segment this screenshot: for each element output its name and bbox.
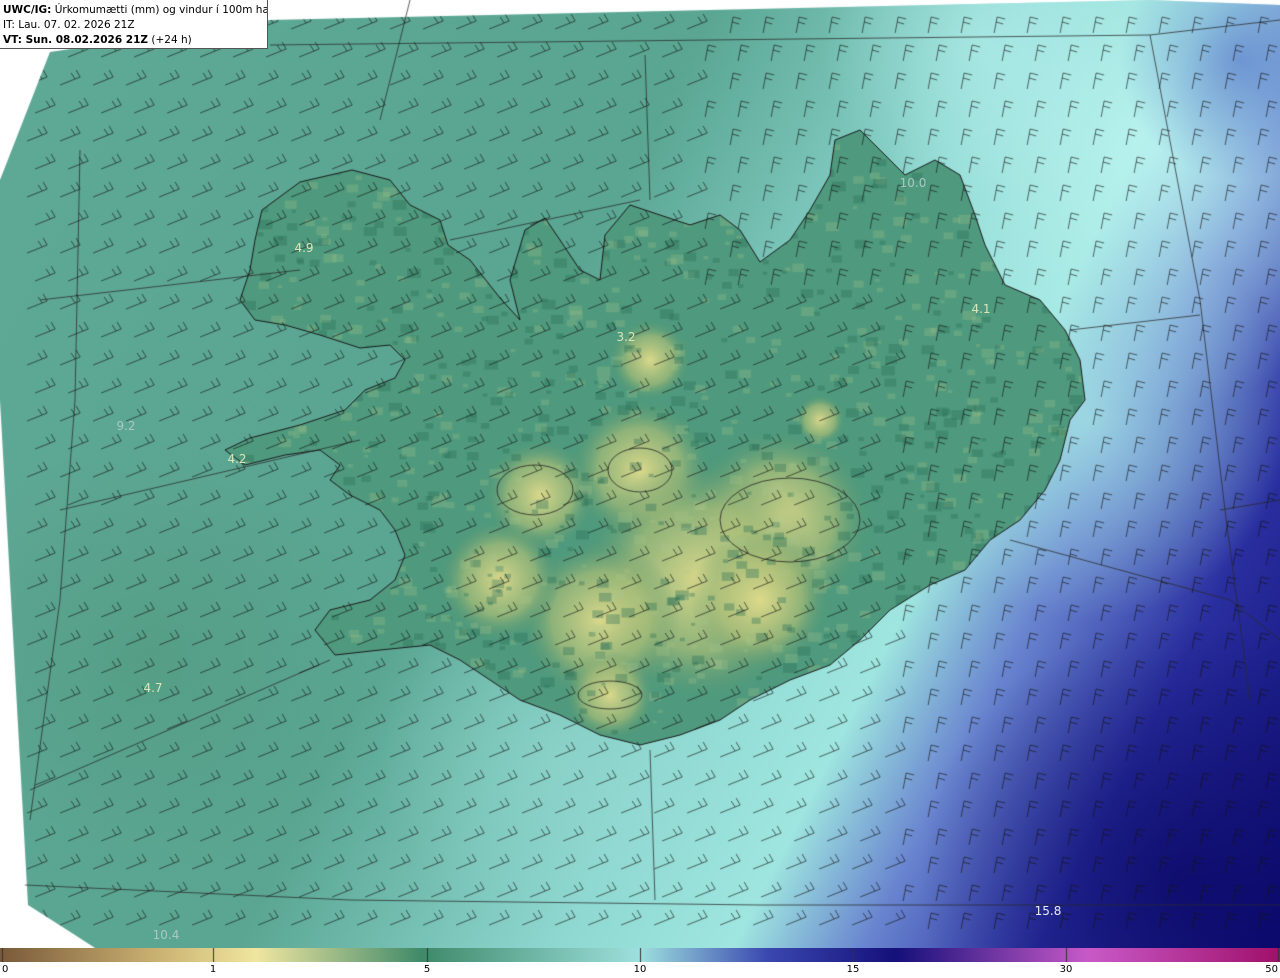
- map-header: UWC/IG: Úrkomumætti (mm) og vindur í 100…: [0, 0, 268, 49]
- colorbar-tick: 15: [846, 964, 860, 975]
- colorbar-tick: 0: [2, 964, 9, 975]
- colorbar-gradient: [0, 948, 1280, 962]
- valid-time: VT: Sun. 08.02.2026 21Z: [3, 34, 149, 46]
- value-label: 10.0: [899, 176, 927, 190]
- forecast-lead: (+24 h): [151, 34, 192, 46]
- title-line: UWC/IG: Úrkomumætti (mm) og vindur í 100…: [3, 3, 267, 18]
- colorbar: 0 1 5 10 15 30 50: [0, 948, 1280, 978]
- colorbar-tick: 30: [1059, 964, 1073, 975]
- value-label: 4.9: [294, 241, 314, 255]
- value-label: 4.1: [971, 302, 991, 316]
- model-name: UWC/IG:: [3, 4, 52, 16]
- precipitation-wind-map: [0, 0, 1280, 948]
- value-label: 9.2: [116, 419, 136, 433]
- value-label: 4.2: [227, 452, 247, 466]
- colorbar-tick: 10: [633, 964, 647, 975]
- colorbar-tick: 50: [1265, 964, 1278, 975]
- initial-time: IT: Lau. 07. 02. 2026 21Z: [3, 19, 135, 31]
- value-label: 15.8: [1034, 904, 1062, 918]
- colorbar-tick: 1: [209, 964, 217, 975]
- value-label: 10.4: [152, 928, 180, 942]
- valid-time-line: VT: Sun. 08.02.2026 21Z (+24 h): [3, 33, 264, 48]
- value-label: 3.2: [616, 330, 636, 344]
- product-description: Úrkomumætti (mm) og vindur í 100m hæð: [54, 4, 268, 16]
- value-label: 4.7: [143, 681, 163, 695]
- colorbar-tick: 5: [423, 964, 431, 975]
